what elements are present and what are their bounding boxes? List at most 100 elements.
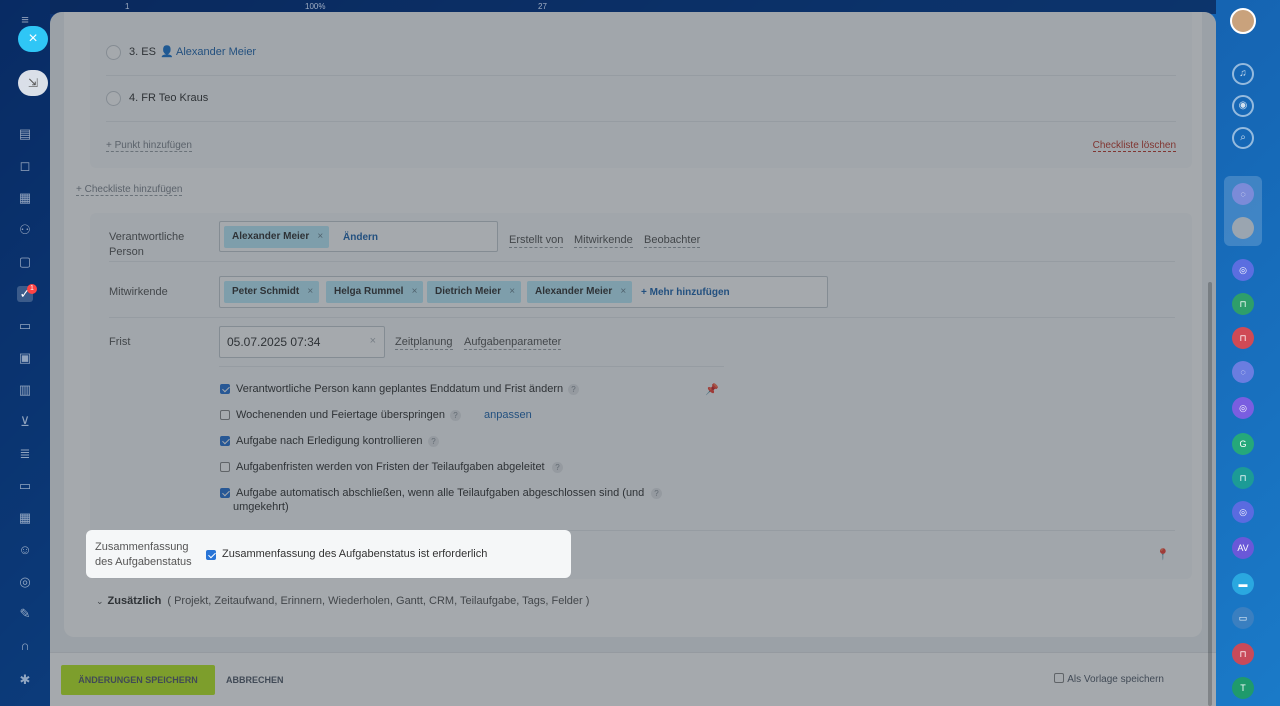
calendar-icon[interactable]: ▦ <box>17 190 33 206</box>
inbox-icon[interactable]: ▭ <box>17 478 33 494</box>
checklist-item[interactable]: 3. ES 👤 Alexander Meier <box>106 30 1176 76</box>
target-icon[interactable]: ◎ <box>17 574 33 590</box>
shop-cart-icon[interactable]: ⊻ <box>17 414 33 430</box>
remove-tag-icon[interactable]: × <box>317 226 323 248</box>
sign-icon[interactable]: ✎ <box>17 606 33 622</box>
help-icon[interactable]: ? <box>428 436 439 447</box>
footer-bar: ÄNDERUNGEN SPEICHERN ABBRECHEN Als Vorla… <box>50 652 1216 706</box>
participant-tag[interactable]: Peter Schmidt × <box>224 281 320 303</box>
delete-checklist-link[interactable]: Checkliste löschen <box>1092 140 1176 152</box>
analytics-icon[interactable]: ▥ <box>17 382 33 398</box>
lock-chat-icon[interactable]: ⊓ <box>1232 327 1254 349</box>
collapse-slider-button[interactable]: ⇲ <box>18 70 48 96</box>
chat-doc-icon[interactable]: ▭ <box>1232 607 1254 629</box>
chat-group-icon[interactable]: ◎ <box>1232 397 1254 419</box>
close-slider-button[interactable]: × <box>18 26 48 52</box>
option-checkbox[interactable] <box>220 410 230 420</box>
pin-icon[interactable]: 📌 <box>705 383 719 396</box>
schedule-icon[interactable]: ▦ <box>17 510 33 526</box>
lock-chat-icon[interactable]: ⊓ <box>1232 467 1254 489</box>
header-counter: 100% <box>305 2 326 11</box>
help-icon[interactable]: ? <box>450 410 461 421</box>
board-icon[interactable]: ▣ <box>17 350 33 366</box>
responsible-label: Verantwortliche Person <box>109 231 185 258</box>
contacts-icon[interactable]: ⚇ <box>17 222 33 238</box>
participants-link[interactable]: Mitwirkende <box>574 234 633 248</box>
crm-icon[interactable]: ▭ <box>17 318 33 334</box>
checklist-item[interactable]: 4. FR Teo Kraus <box>106 76 1176 122</box>
remove-tag-icon[interactable]: × <box>412 281 418 303</box>
chat-group-icon[interactable]: ◎ <box>1232 259 1254 281</box>
participants-selector[interactable]: Peter Schmidt × Helga Rummel × Dietrich Me… <box>219 276 828 308</box>
checklist-item-checkbox[interactable] <box>106 45 121 60</box>
responsible-tag[interactable]: Alexander Meier × <box>224 226 330 248</box>
document-icon[interactable]: ▤ <box>17 126 33 142</box>
participant-tag[interactable]: Helga Rummel × <box>326 281 424 303</box>
funnel-icon[interactable]: ≣ <box>17 446 33 462</box>
status-summary-text: Zusammenfassung des Aufgabenstatus ist e… <box>222 548 488 560</box>
chat-bubble-icon[interactable]: ▬ <box>1232 573 1254 595</box>
cancel-button[interactable]: ABBRECHEN <box>226 665 284 695</box>
remove-tag-icon[interactable]: × <box>509 281 515 303</box>
chat-group-icon[interactable]: ◎ <box>1232 501 1254 523</box>
deadline-label: Frist <box>109 336 131 348</box>
change-responsible-link[interactable]: Ändern <box>343 232 378 243</box>
responsible-selector[interactable]: Alexander Meier × Ändern <box>219 221 498 252</box>
user-avatar[interactable] <box>1230 8 1256 34</box>
remove-tag-icon[interactable]: × <box>620 281 626 303</box>
task-parameters-link[interactable]: Aufgabenparameter <box>464 336 562 350</box>
settings-gear-icon[interactable]: ✱ <box>17 672 33 688</box>
chat-icon[interactable]: ◻ <box>17 158 33 174</box>
chat-avatar[interactable]: AV <box>1232 537 1254 559</box>
chat-avatar-icon[interactable]: ◌ <box>1232 183 1254 205</box>
deadline-input[interactable]: 05.07.2025 07:34 × <box>219 326 385 358</box>
option-checkbox[interactable] <box>220 488 230 498</box>
file-icon[interactable]: ▢ <box>17 254 33 270</box>
save-changes-button[interactable]: ÄNDERUNGEN SPEICHERN <box>61 665 215 695</box>
participant-tag[interactable]: Dietrich Meier × <box>427 281 522 303</box>
checklist-item-user-link[interactable]: Alexander Meier <box>176 46 256 58</box>
option-label: Wochenenden und Feiertage überspringen <box>236 409 445 421</box>
save-as-template-checkbox[interactable] <box>1054 673 1065 683</box>
chat-avatar[interactable]: G <box>1232 433 1254 455</box>
left-navigation: ≡ ▤ ◻ ▦ ⚇ ▢ ✓ 1 ▭ ▣ ▥ ⊻ ≣ ▭ ▦ ☺ ◎ ✎ ∩ ✱ <box>0 0 50 706</box>
remove-tag-icon[interactable]: × <box>307 281 313 303</box>
activity-icon[interactable]: ◉ <box>1232 95 1254 117</box>
add-checklist-link[interactable]: + Checkliste hinzufügen <box>76 184 183 196</box>
option-checkbox[interactable] <box>220 462 230 472</box>
observers-link[interactable]: Beobachter <box>644 234 701 248</box>
customize-link[interactable]: anpassen <box>484 408 532 422</box>
help-icon[interactable]: ? <box>552 462 563 473</box>
option-label-continued: umgekehrt) <box>233 501 289 513</box>
lock-chat-icon[interactable]: ⊓ <box>1232 293 1254 315</box>
help-icon[interactable]: ? <box>568 384 579 395</box>
created-by-link[interactable]: Erstellt von <box>509 234 564 248</box>
add-checklist-point-link[interactable]: + Punkt hinzufügen <box>106 140 192 152</box>
chat-avatar[interactable]: T <box>1232 677 1254 699</box>
header-counter: 1 <box>125 2 130 11</box>
clear-date-icon[interactable]: × <box>370 335 376 347</box>
headset-icon[interactable]: ∩ <box>17 638 33 654</box>
search-chat-icon[interactable]: ⌕ <box>1232 127 1254 149</box>
help-icon[interactable]: ? <box>651 488 662 499</box>
robot-icon[interactable]: ☺ <box>17 542 33 558</box>
status-summary-checkbox[interactable] <box>206 550 216 560</box>
add-more-participants-link[interactable]: + Mehr hinzufügen <box>641 287 730 298</box>
deadline-value: 05.07.2025 07:34 <box>227 335 321 349</box>
chat-group-icon[interactable]: ◌ <box>1232 361 1254 383</box>
pin-icon[interactable]: 📍 <box>1156 548 1170 561</box>
participant-tag[interactable]: Alexander Meier × <box>527 281 633 303</box>
checklist-item-text: 4. FR Teo Kraus <box>129 92 209 104</box>
scrollbar[interactable] <box>1208 282 1212 706</box>
additional-section[interactable]: ⌄ Zusätzlich ( Projekt, Zeitaufwand, Erinn… <box>96 595 589 607</box>
lock-chat-icon[interactable]: ⊓ <box>1232 643 1254 665</box>
save-as-template[interactable]: Als Vorlage speichern <box>1054 673 1164 685</box>
scheduling-link[interactable]: Zeitplanung <box>395 336 453 350</box>
option-checkbox[interactable] <box>220 384 230 394</box>
chat-avatar-photo[interactable] <box>1232 217 1254 239</box>
checklist-item-checkbox[interactable] <box>106 91 121 106</box>
notification-bell-icon[interactable]: ♫ <box>1232 63 1254 85</box>
user-icon: 👤 <box>160 46 174 58</box>
chevron-down-icon: ⌄ <box>96 596 104 606</box>
option-checkbox[interactable] <box>220 436 230 446</box>
